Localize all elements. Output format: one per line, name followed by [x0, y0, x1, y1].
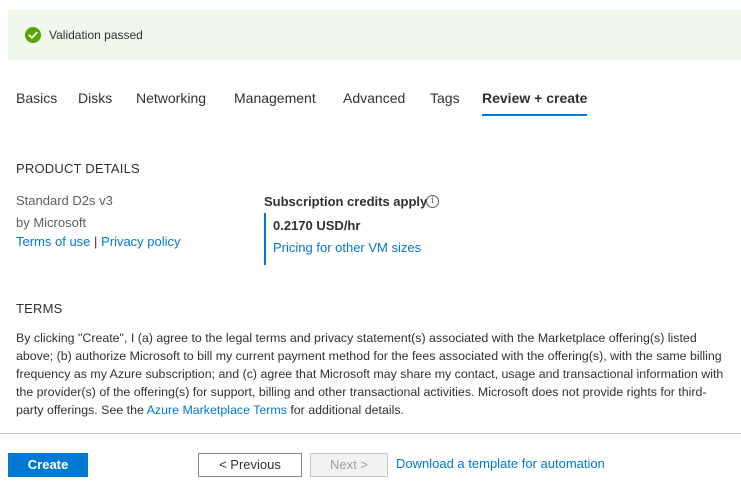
tab-tags[interactable]: Tags	[430, 90, 460, 106]
link-separator: |	[94, 234, 98, 249]
next-button[interactable]: Next >	[310, 453, 388, 477]
tab-basics[interactable]: Basics	[16, 90, 57, 106]
info-icon[interactable]: i	[426, 195, 439, 208]
terms-tail: for additional details.	[286, 403, 405, 417]
azure-marketplace-terms-link[interactable]: Azure Marketplace Terms	[147, 403, 287, 417]
tab-review-create[interactable]: Review + create	[482, 90, 588, 116]
privacy-policy-link[interactable]: Privacy policy	[101, 234, 180, 249]
terms-of-use-link[interactable]: Terms of use	[16, 234, 90, 249]
product-details-heading: PRODUCT DETAILS	[16, 161, 140, 176]
validation-message: Validation passed	[49, 28, 143, 42]
product-name: Standard D2s v3	[16, 193, 113, 208]
subscription-credits-label: Subscription credits apply	[264, 194, 428, 209]
validation-banner: Validation passed	[8, 10, 741, 60]
terms-text: By clicking "Create", I (a) agree to the…	[16, 329, 728, 419]
product-links: Terms of use | Privacy policy	[16, 234, 181, 249]
tab-advanced[interactable]: Advanced	[343, 90, 405, 106]
tab-disks[interactable]: Disks	[78, 90, 112, 106]
terms-heading: TERMS	[16, 301, 63, 316]
tab-management[interactable]: Management	[234, 90, 316, 106]
footer-divider	[0, 433, 741, 434]
price-accent-bar	[264, 213, 266, 265]
pricing-other-sizes-link[interactable]: Pricing for other VM sizes	[273, 240, 421, 255]
tab-networking[interactable]: Networking	[136, 90, 206, 106]
product-publisher: by Microsoft	[16, 215, 87, 230]
create-button[interactable]: Create	[8, 453, 88, 477]
price-value: 0.2170 USD/hr	[273, 218, 361, 233]
previous-button[interactable]: < Previous	[198, 453, 302, 477]
download-template-link[interactable]: Download a template for automation	[396, 456, 605, 471]
check-circle-icon	[25, 27, 41, 43]
